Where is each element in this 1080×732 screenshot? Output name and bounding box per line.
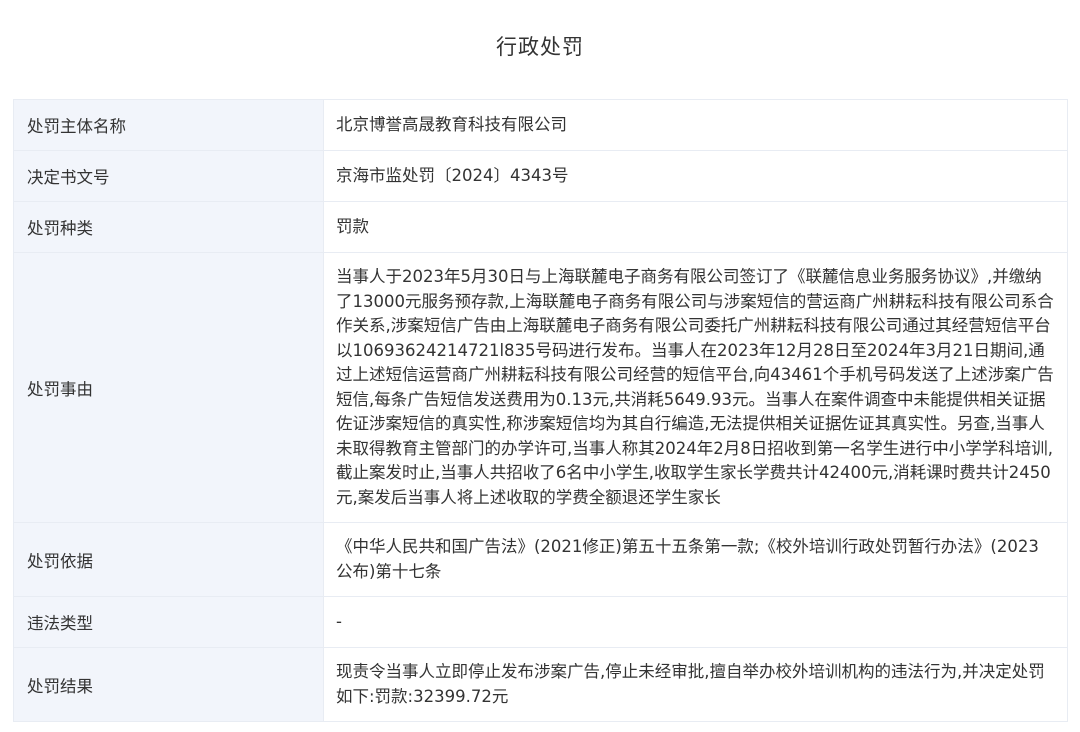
row-value: 京海市监处罚〔2024〕4343号 [323,150,1068,202]
row-value: 现责令当事人立即停止发布涉案广告,停止未经审批,擅自举办校外培训机构的违法行为,… [323,647,1068,722]
row-value: - [323,596,1068,648]
row-label: 处罚事由 [13,252,324,523]
table-row-penalty-type: 处罚种类 罚款 [13,201,1068,253]
row-value: 《中华人民共和国广告法》(2021修正)第五十五条第一款;《校外培训行政处罚暂行… [323,522,1068,597]
row-value: 北京博誉高晟教育科技有限公司 [323,99,1068,151]
row-label: 处罚依据 [13,522,324,597]
table-row-violation-type: 违法类型 - [13,596,1068,648]
page-title: 行政处罚 [496,35,584,59]
row-value: 罚款 [323,201,1068,253]
table-row-penalty-basis: 处罚依据 《中华人民共和国广告法》(2021修正)第五十五条第一款;《校外培训行… [13,522,1068,597]
row-label: 违法类型 [13,596,324,648]
row-value: 当事人于2023年5月30日与上海联麓电子商务有限公司签订了《联麓信息业务服务协… [323,252,1068,523]
table-row-penalty-reason: 处罚事由 当事人于2023年5月30日与上海联麓电子商务有限公司签订了《联麓信息… [13,252,1068,523]
row-label: 处罚种类 [13,201,324,253]
row-label: 处罚主体名称 [13,99,324,151]
penalty-detail-table: 处罚主体名称 北京博誉高晟教育科技有限公司 决定书文号 京海市监处罚〔2024〕… [13,99,1068,722]
table-row-penalized-entity: 处罚主体名称 北京博誉高晟教育科技有限公司 [13,99,1068,151]
row-label: 决定书文号 [13,150,324,202]
table-row-decision-number: 决定书文号 京海市监处罚〔2024〕4343号 [13,150,1068,202]
table-row-penalty-result: 处罚结果 现责令当事人立即停止发布涉案广告,停止未经审批,擅自举办校外培训机构的… [13,647,1068,722]
row-label: 处罚结果 [13,647,324,722]
